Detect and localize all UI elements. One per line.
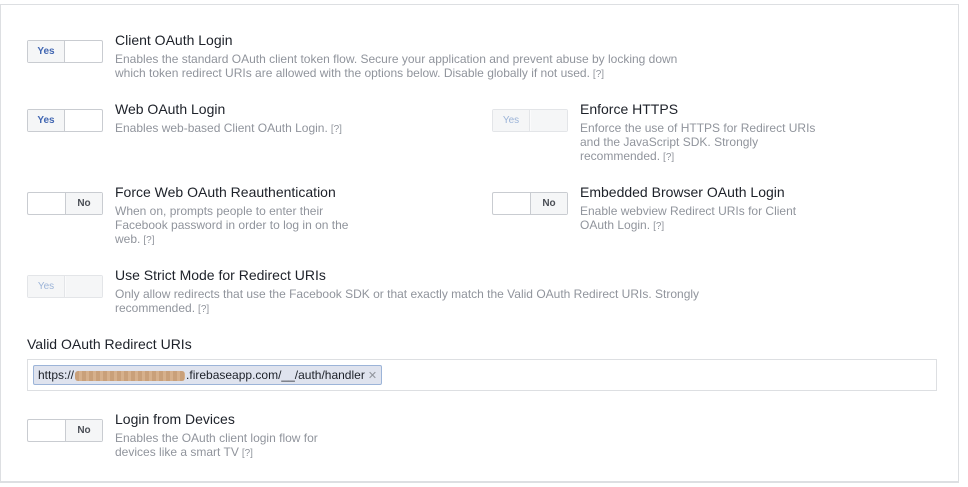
toggle-label: No: [65, 193, 102, 214]
web-oauth-desc: Enables web-based Client OAuth Login. [?]: [115, 121, 415, 137]
token-prefix: https://: [38, 368, 75, 382]
toggle-label: Yes: [28, 276, 65, 297]
toggle-label: No: [530, 193, 567, 214]
client-oauth-title: Client OAuth Login: [115, 32, 233, 48]
embedded-browser-toggle[interactable]: No: [492, 192, 568, 215]
help-link[interactable]: [?]: [663, 152, 674, 163]
toggle-label: Yes: [28, 41, 65, 62]
login-devices-desc: Enables the OAuth client login flow for …: [115, 431, 335, 461]
help-link[interactable]: [?]: [198, 304, 209, 315]
redirect-uris-label: Valid OAuth Redirect URIs: [27, 336, 192, 352]
description-text: Enables the OAuth client login flow for …: [115, 431, 318, 459]
login-settings-panel: Yes Client OAuth Login Enables the stand…: [0, 4, 959, 483]
embedded-browser-desc: Enable webview Redirect URIs for Client …: [580, 204, 805, 234]
remove-token-icon[interactable]: ✕: [368, 370, 377, 382]
embedded-browser-title: Embedded Browser OAuth Login: [580, 184, 785, 200]
toggle-label: No: [65, 420, 102, 441]
web-oauth-toggle[interactable]: Yes: [27, 109, 103, 132]
token-suffix: .firebaseapp.com/__/auth/handler: [186, 368, 365, 382]
toggle-label: Yes: [28, 110, 65, 131]
client-oauth-toggle[interactable]: Yes: [27, 40, 103, 63]
login-devices-title: Login from Devices: [115, 411, 235, 427]
description-text: Enforce the use of HTTPS for Redirect UR…: [580, 121, 816, 163]
enforce-https-toggle[interactable]: Yes: [492, 109, 568, 132]
help-link[interactable]: [?]: [143, 235, 154, 246]
toggle-label: Yes: [493, 110, 530, 131]
enforce-https-desc: Enforce the use of HTTPS for Redirect UR…: [580, 121, 820, 165]
force-reauth-desc: When on, prompts people to enter their F…: [115, 204, 360, 248]
redirect-uri-token[interactable]: https:// .firebaseapp.com/__/auth/handler…: [33, 365, 383, 385]
strict-mode-title: Use Strict Mode for Redirect URIs: [115, 267, 326, 283]
help-link[interactable]: [?]: [653, 221, 664, 232]
strict-mode-desc: Only allow redirects that use the Facebo…: [115, 287, 705, 317]
help-link[interactable]: [?]: [242, 448, 253, 459]
web-oauth-title: Web OAuth Login: [115, 101, 226, 117]
force-reauth-title: Force Web OAuth Reauthentication: [115, 184, 336, 200]
description-text: Enable webview Redirect URIs for Client …: [580, 204, 797, 232]
force-reauth-toggle[interactable]: No: [27, 192, 103, 215]
redirect-uris-input[interactable]: https:// .firebaseapp.com/__/auth/handler…: [27, 359, 937, 391]
strict-mode-toggle[interactable]: Yes: [27, 275, 103, 298]
login-devices-toggle[interactable]: No: [27, 419, 103, 442]
enforce-https-title: Enforce HTTPS: [580, 101, 679, 117]
help-link[interactable]: [?]: [331, 124, 342, 135]
client-oauth-desc: Enables the standard OAuth client token …: [115, 52, 685, 82]
redacted-segment: [75, 370, 186, 381]
help-link[interactable]: [?]: [593, 69, 604, 80]
description-text: Enables web-based Client OAuth Login.: [115, 121, 328, 135]
